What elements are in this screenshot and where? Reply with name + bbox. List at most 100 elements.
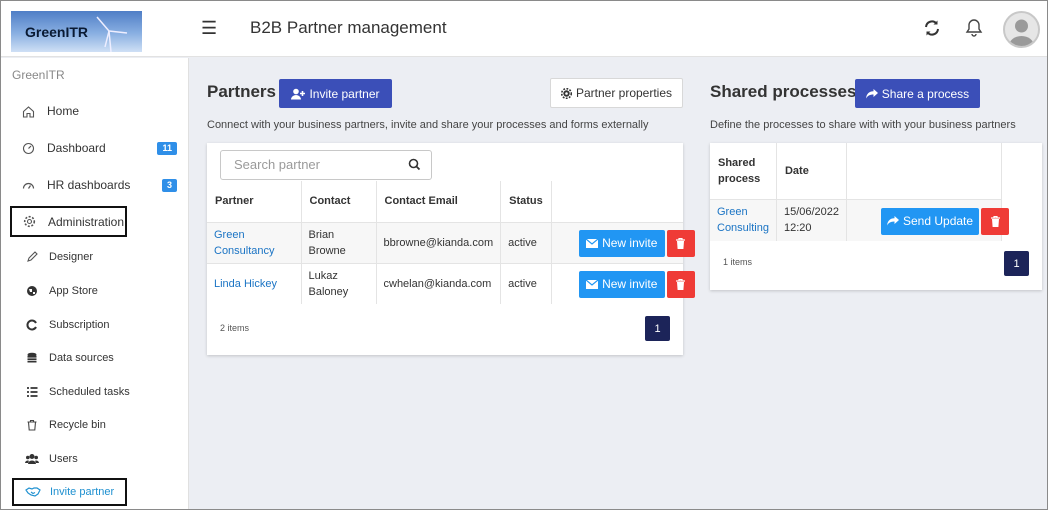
sidebar-item-scheduled-tasks[interactable]: Scheduled tasks	[11, 379, 183, 405]
page-1-button[interactable]: 1	[645, 316, 670, 341]
invite-partner-button[interactable]: Invite partner	[279, 79, 392, 108]
sidebar-item-label: Home	[47, 104, 80, 118]
sidebar-item-designer[interactable]: Designer	[11, 244, 183, 270]
sidebar-item-label: App Store	[49, 285, 98, 297]
shared-processes-title: Shared processes	[710, 82, 857, 101]
shared-description: Define the processes to share with with …	[710, 119, 1016, 131]
trash-icon	[676, 278, 686, 290]
items-count: 2 items	[220, 323, 250, 333]
globe-icon	[23, 285, 41, 297]
send-update-label: Send Update	[903, 214, 974, 228]
hr-dashboards-count-badge: 3	[161, 179, 177, 192]
home-icon	[17, 105, 39, 118]
partners-title: Partners	[207, 82, 276, 101]
column-header-contact[interactable]: Contact	[301, 181, 377, 222]
tasks-icon	[23, 386, 41, 398]
column-header-actions	[846, 143, 1002, 199]
envelope-icon	[586, 238, 599, 248]
partner-properties-label: Partner properties	[575, 86, 673, 100]
bell-icon[interactable]	[965, 18, 983, 40]
sidebar-item-label: Data sources	[49, 352, 114, 364]
handshake-icon	[24, 486, 42, 498]
app-title: B2B Partner management	[250, 18, 447, 37]
table-row: Green Consultancy Brian Browne bbrowne@k…	[207, 221, 695, 263]
dashboard-count-badge: 11	[157, 142, 177, 155]
column-header-contact-email[interactable]: Contact Email	[376, 181, 502, 222]
share-icon	[887, 216, 899, 226]
sidebar-item-hr-dashboards[interactable]: HR dashboards 3	[11, 171, 183, 199]
sidebar-item-app-store[interactable]: App Store	[11, 278, 183, 304]
delete-button[interactable]	[666, 229, 695, 257]
logo[interactable]: GreenITR	[11, 11, 142, 52]
date-cell: 15/06/2022 12:20	[776, 198, 848, 241]
actions-cell: New invite	[551, 221, 695, 263]
search-icon[interactable]	[408, 158, 421, 174]
sidebar-item-recycle-bin[interactable]: Recycle bin	[11, 412, 183, 438]
sidebar-item-label: Scheduled tasks	[49, 386, 130, 398]
logo-text: GreenITR	[25, 24, 89, 40]
gauge-icon	[17, 179, 39, 192]
sidebar-item-home[interactable]: Home	[11, 97, 183, 125]
column-header-actions	[551, 181, 683, 222]
sidebar-item-subscription[interactable]: Subscription	[11, 312, 183, 338]
page-1-button[interactable]: 1	[1004, 251, 1029, 276]
sidebar: GreenITR Home Dashboard 11 HR dashboards…	[1, 58, 189, 509]
shared-processes-table: Shared process Date Green Consulting 15/…	[710, 143, 1010, 241]
sidebar-item-data-sources[interactable]: Data sources	[11, 345, 183, 371]
contact-cell: Lukaz Baloney	[301, 262, 377, 304]
search-input[interactable]	[234, 151, 404, 177]
sidebar-brand: GreenITR	[12, 68, 65, 82]
table-row: Green Consulting 15/06/2022 12:20 Send U…	[710, 198, 1010, 241]
trash-icon	[23, 419, 41, 431]
status-cell: active	[500, 262, 552, 304]
email-cell: bbrowne@kianda.com	[376, 221, 502, 263]
contact-cell: Brian Browne	[301, 221, 377, 263]
actions-cell: Send Update	[846, 198, 1010, 241]
menu-icon[interactable]: ☰	[201, 18, 217, 39]
send-update-button[interactable]: Send Update	[881, 207, 980, 235]
shared-processes-card: Shared process Date Green Consulting 15/…	[710, 143, 1042, 290]
column-header-shared-process[interactable]: Shared process	[710, 143, 777, 199]
share-process-button[interactable]: Share a process	[855, 79, 980, 108]
partner-link[interactable]: Green Consultancy	[214, 229, 275, 257]
column-header-status[interactable]: Status	[500, 181, 552, 222]
items-count: 1 items	[723, 257, 753, 267]
trash-icon	[990, 215, 1000, 227]
sidebar-item-users[interactable]: Users	[11, 446, 183, 472]
table-row: Linda Hickey Lukaz Baloney cwhelan@kiand…	[207, 262, 695, 304]
invite-partner-label: Invite partner	[309, 86, 380, 101]
column-header-partner[interactable]: Partner	[207, 181, 302, 222]
partner-link[interactable]: Linda Hickey	[214, 278, 277, 290]
share-process-label: Share a process	[881, 86, 970, 101]
sidebar-item-label: Administration	[48, 214, 125, 229]
partners-description: Connect with your business partners, inv…	[207, 119, 649, 131]
process-link[interactable]: Green Consulting	[717, 206, 769, 234]
sidebar-item-dashboard[interactable]: Dashboard 11	[11, 134, 183, 162]
column-header-date[interactable]: Date	[776, 143, 848, 199]
sidebar-item-label: Dashboard	[47, 141, 106, 155]
sidebar-item-label: HR dashboards	[47, 178, 131, 192]
avatar[interactable]	[1003, 11, 1040, 48]
gear-icon	[18, 215, 40, 228]
sidebar-item-invite-partner[interactable]: Invite partner	[12, 478, 127, 506]
partners-table: Partner Contact Contact Email Status Gre…	[207, 181, 695, 304]
delete-button[interactable]	[666, 270, 695, 298]
sidebar-item-label: Users	[49, 453, 78, 465]
sidebar-item-label: Subscription	[49, 319, 110, 331]
dashboard-icon	[17, 142, 39, 155]
sidebar-item-administration[interactable]: Administration	[10, 206, 127, 237]
new-invite-button[interactable]: New invite	[578, 229, 665, 257]
partner-properties-button[interactable]: Partner properties	[550, 78, 683, 108]
gear-icon	[560, 87, 572, 99]
new-invite-label: New invite	[602, 277, 658, 291]
users-icon	[23, 453, 41, 465]
refresh-icon[interactable]	[923, 19, 941, 40]
pencil-icon	[23, 251, 41, 263]
partners-card: Partner Contact Contact Email Status Gre…	[207, 143, 695, 355]
new-invite-button[interactable]: New invite	[578, 270, 665, 298]
new-invite-label: New invite	[602, 236, 658, 250]
share-icon	[865, 88, 878, 99]
delete-button[interactable]	[981, 207, 1010, 235]
status-cell: active	[500, 221, 552, 263]
sidebar-item-label: Designer	[49, 251, 94, 263]
